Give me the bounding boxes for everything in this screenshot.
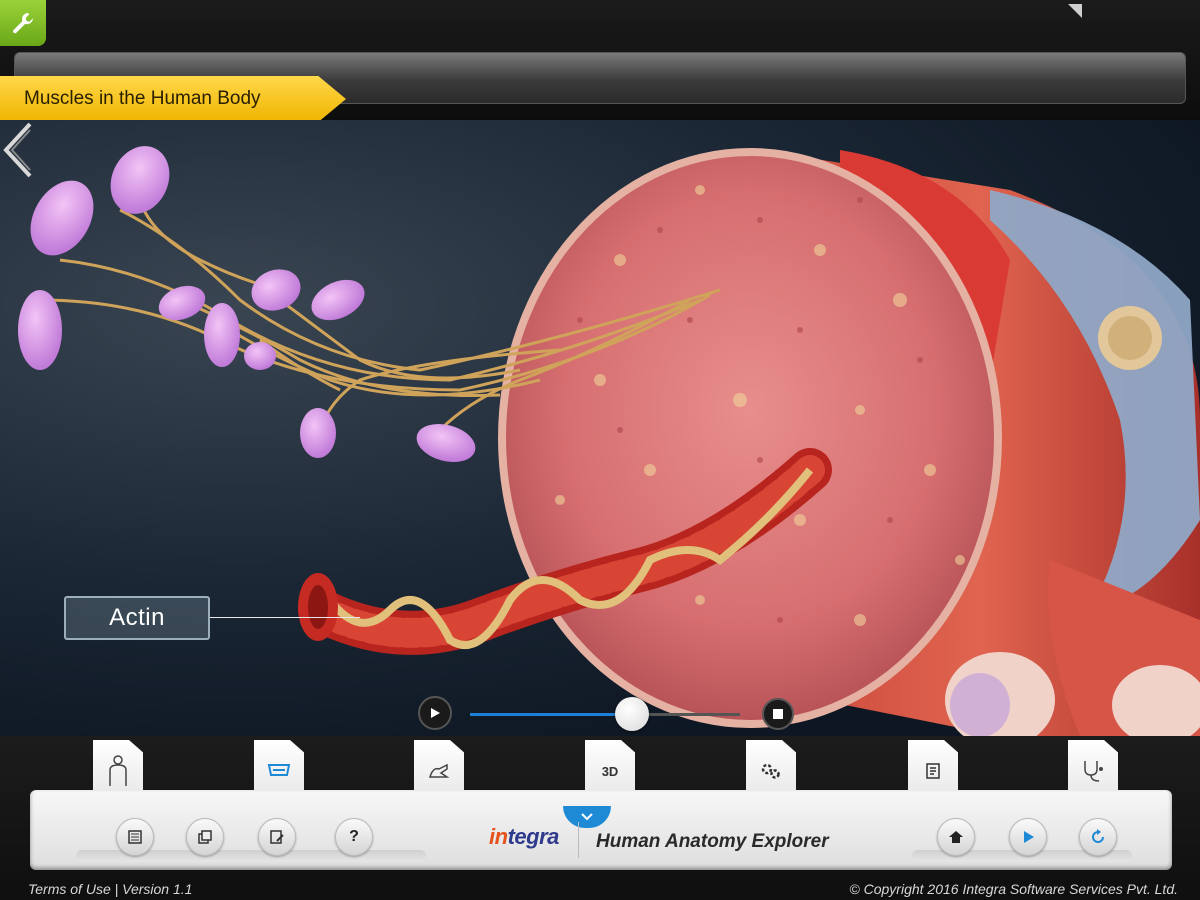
edit-note-icon: [270, 830, 284, 844]
hand-pointer-icon: [428, 763, 450, 778]
play-icon: [1024, 831, 1034, 843]
integra-logo: integra: [489, 824, 559, 849]
3d-icon: 3D: [601, 763, 619, 779]
animation-play-button[interactable]: [418, 696, 452, 730]
previous-arrow-icon[interactable]: [0, 120, 36, 180]
book-icon: [128, 830, 142, 844]
chevron-down-icon: [581, 813, 593, 821]
muscle-cross-section: [498, 148, 1002, 728]
copy-windows-button[interactable]: [186, 818, 224, 856]
page-title: Muscles in the Human Body: [0, 76, 346, 122]
animation-progress-fill: [470, 713, 632, 716]
wrench-icon: [13, 13, 33, 34]
help-icon: ?: [349, 828, 359, 845]
human-body-icon: [109, 755, 127, 786]
home-button[interactable]: [937, 818, 975, 856]
gears-icon: [761, 763, 780, 779]
tools-button[interactable]: [0, 0, 46, 46]
home-icon: [949, 831, 963, 843]
copy-windows-icon: [198, 830, 212, 844]
play-icon: [431, 708, 440, 718]
muscle-illustration: [18, 146, 1200, 736]
corner-arrow-icon: [1068, 4, 1082, 18]
app-title: Human Anatomy Explorer: [596, 831, 829, 852]
animation-progress-knob[interactable]: [615, 697, 649, 731]
stop-icon: [773, 709, 783, 719]
animation-stop-button[interactable]: [762, 698, 794, 730]
refresh-icon: [1092, 829, 1104, 843]
terms-version-link[interactable]: Terms of Use | Version 1.1: [28, 881, 192, 897]
structure-label[interactable]: Actin: [64, 596, 210, 640]
brand-divider: [578, 822, 579, 858]
top-bar: Muscles in the Human Body: [0, 0, 1200, 122]
copyright-text: © Copyright 2016 Integra Software Servic…: [849, 881, 1178, 897]
animation-progress-track[interactable]: [470, 697, 740, 731]
play-button[interactable]: [1009, 818, 1047, 856]
label-leader-line: [210, 617, 360, 618]
edit-note-button[interactable]: [258, 818, 296, 856]
notes-icon: [926, 763, 940, 779]
muscle-layer-icon: [267, 764, 291, 776]
refresh-button[interactable]: [1079, 818, 1117, 856]
book-button[interactable]: [116, 818, 154, 856]
footer: Terms of Use | Version 1.1 © Copyright 2…: [0, 879, 1200, 900]
stethoscope-icon: [1084, 761, 1103, 782]
help-button[interactable]: ?: [335, 818, 373, 856]
anatomy-scene[interactable]: [0, 120, 1200, 736]
